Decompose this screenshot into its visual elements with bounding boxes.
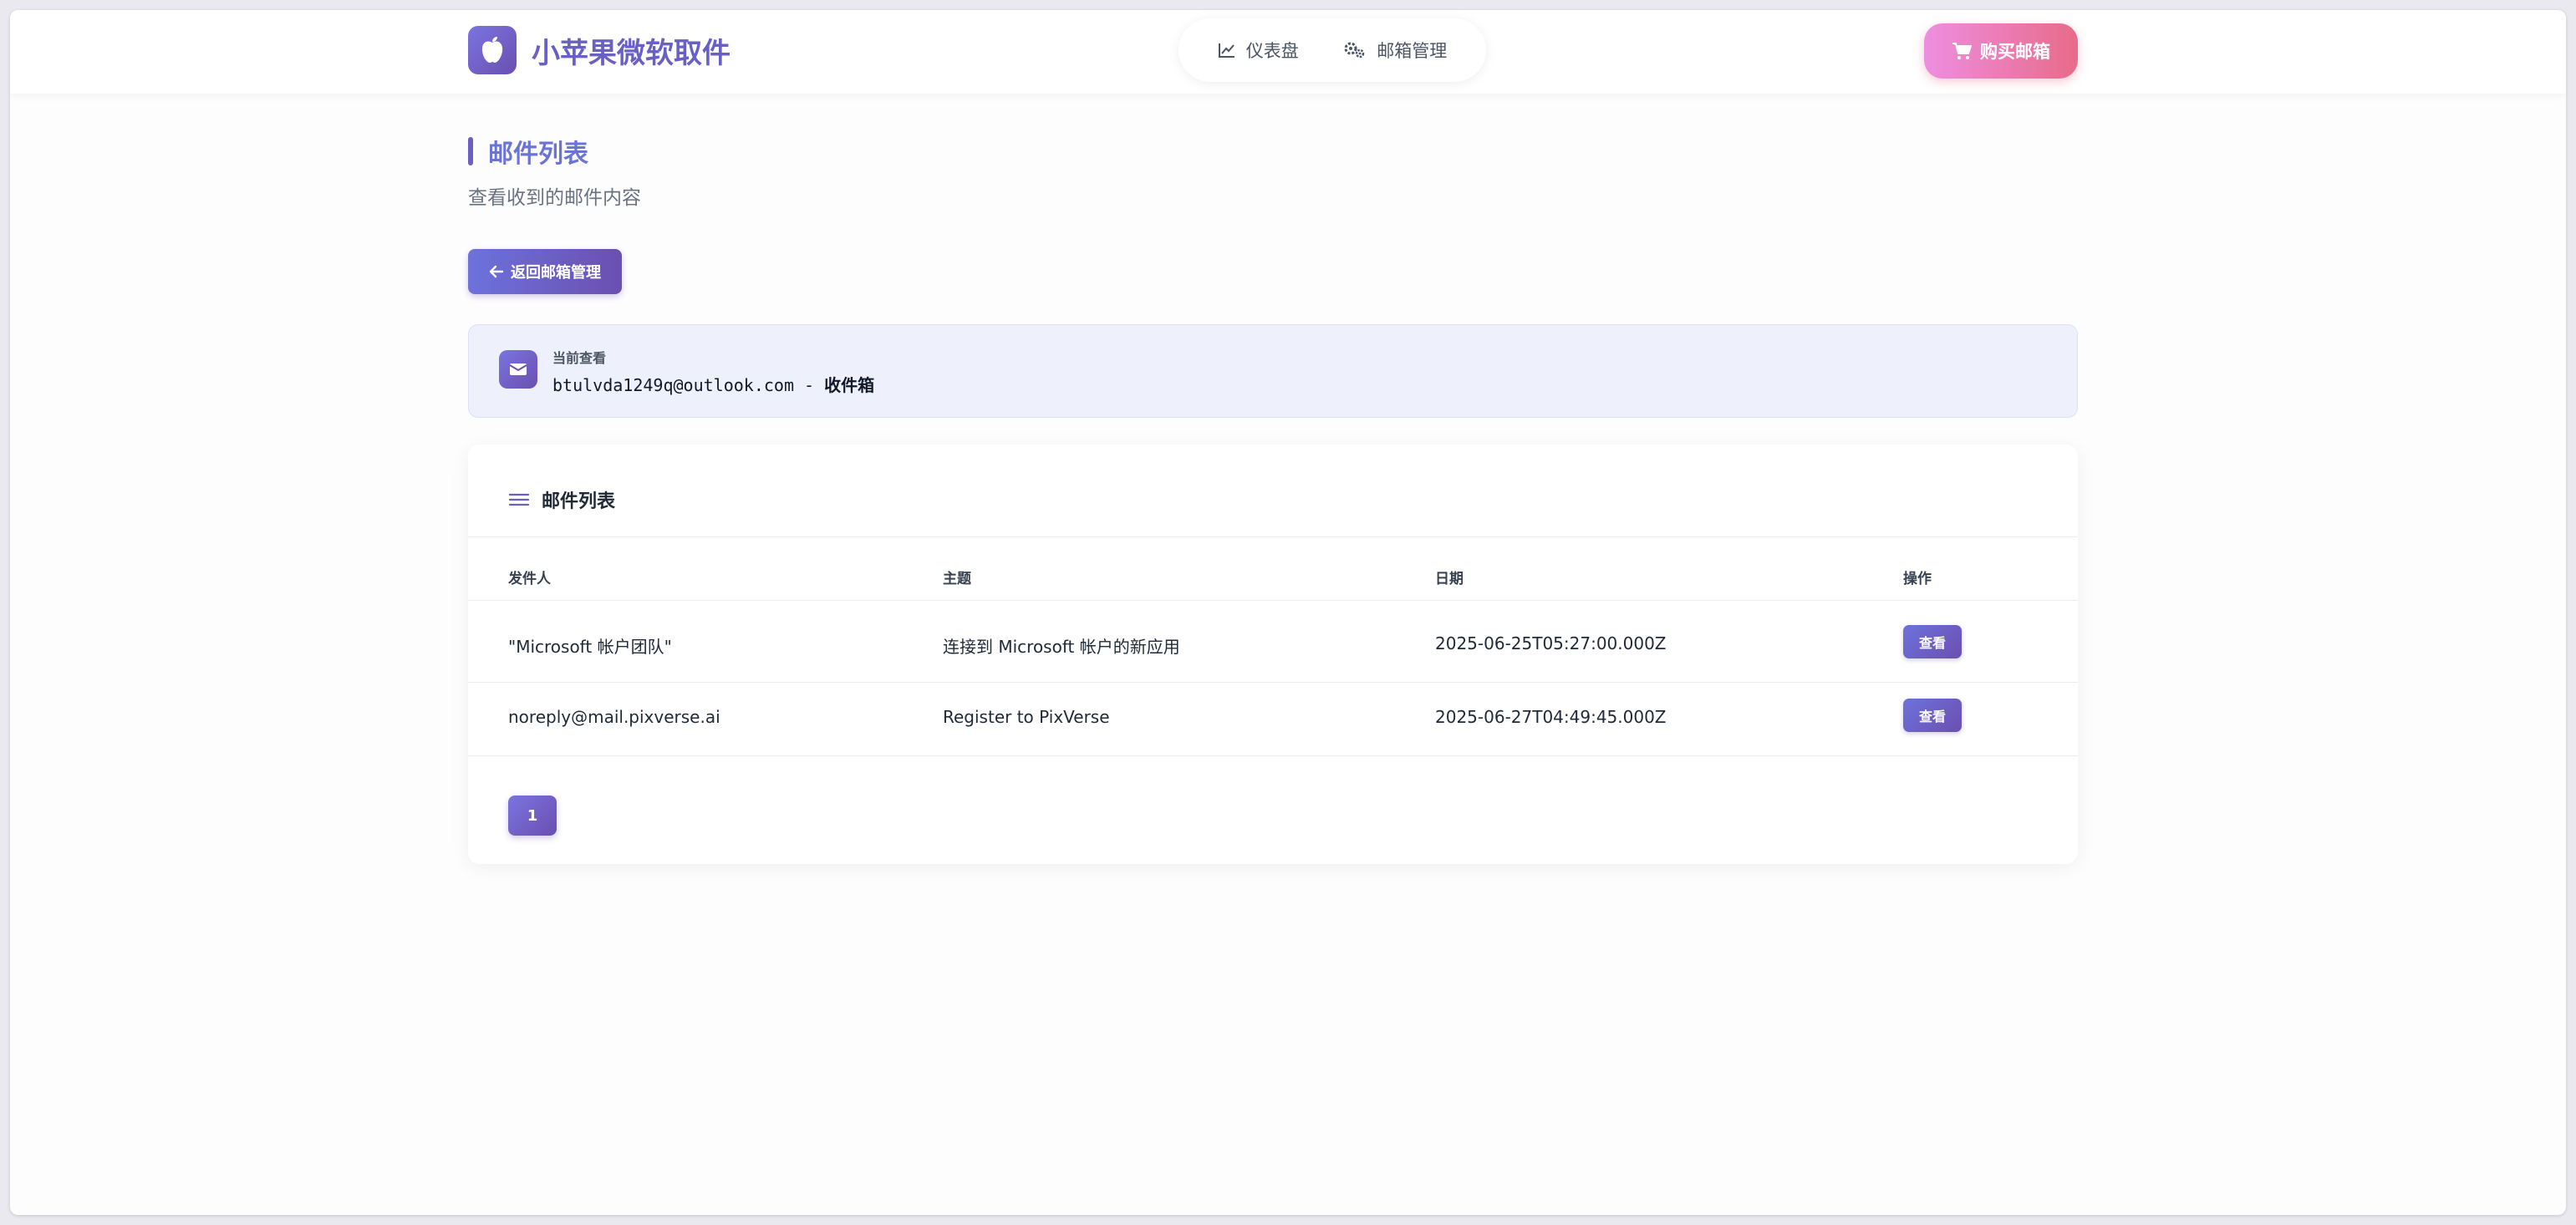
nav-label: 仪表盘: [1245, 41, 1299, 61]
back-button-label: 返回邮箱管理: [511, 264, 601, 282]
divider: [468, 755, 2078, 756]
view-mail-button[interactable]: 查看: [1903, 625, 1962, 658]
page-title-group: 邮件列表: [468, 137, 588, 169]
cell-sender: noreply@mail.pixverse.ai: [508, 707, 720, 727]
top-navbar: 小苹果微软取件 仪表盘 邮箱管理 购买邮箱: [10, 10, 2566, 94]
divider: [468, 536, 2078, 537]
envelope-icon: [499, 350, 537, 389]
divider: [468, 600, 2078, 601]
brand-title: 小苹果微软取件: [532, 36, 731, 70]
column-header-date: 日期: [1435, 571, 1464, 587]
current-folder: 收件箱: [824, 375, 875, 395]
page-title: 邮件列表: [488, 140, 588, 169]
mail-list-card: 邮件列表 发件人 主题 日期 操作 "Microsoft 帐户团队" 连接到 M…: [468, 445, 2078, 864]
buy-mailbox-button[interactable]: 购买邮箱: [1924, 23, 2078, 79]
card-title: 邮件列表: [542, 491, 616, 512]
apple-logo-icon: [468, 26, 517, 74]
buy-mailbox-label: 购买邮箱: [1980, 42, 2050, 62]
gears-icon: [1344, 42, 1365, 58]
column-header-sender: 发件人: [508, 571, 551, 587]
chart-line-icon: [1218, 43, 1235, 58]
shopping-cart-icon: [1952, 43, 1972, 59]
app-window: 小苹果微软取件 仪表盘 邮箱管理 购买邮箱 邮件列表 查看收到的邮件内容 返回邮…: [10, 10, 2566, 1215]
separator: -: [793, 375, 825, 395]
cell-date: 2025-06-27T04:49:45.000Z: [1435, 707, 1667, 727]
column-header-subject: 主题: [943, 571, 971, 587]
current-mailbox-panel: 当前查看 btulvda1249q@outlook.com - 收件箱: [468, 324, 2078, 418]
nav-item-mailbox-management[interactable]: 邮箱管理: [1343, 38, 1447, 63]
current-mailbox-value: btulvda1249q@outlook.com - 收件箱: [552, 372, 874, 396]
current-view-label: 当前查看: [552, 350, 607, 366]
view-mail-button[interactable]: 查看: [1903, 699, 1962, 732]
nav-label: 邮箱管理: [1377, 41, 1448, 61]
current-email: btulvda1249q@outlook.com: [552, 375, 794, 395]
back-to-mailbox-management-button[interactable]: 返回邮箱管理: [468, 249, 622, 294]
page-subtitle: 查看收到的邮件内容: [468, 187, 641, 209]
cell-date: 2025-06-25T05:27:00.000Z: [1435, 633, 1667, 653]
cell-subject: Register to PixVerse: [943, 707, 1110, 727]
column-header-action: 操作: [1903, 571, 1932, 587]
arrow-left-icon: [489, 265, 504, 278]
divider: [468, 682, 2078, 683]
title-accent-bar: [468, 137, 473, 165]
cell-sender: "Microsoft 帐户团队": [508, 637, 672, 657]
list-icon: [508, 493, 530, 506]
pagination-page-button[interactable]: 1: [508, 795, 557, 836]
main-nav: 仪表盘 邮箱管理: [1179, 18, 1486, 82]
card-header: 邮件列表: [508, 486, 615, 513]
brand[interactable]: 小苹果微软取件: [468, 25, 731, 75]
nav-item-dashboard[interactable]: 仪表盘: [1218, 38, 1299, 63]
cell-subject: 连接到 Microsoft 帐户的新应用: [943, 637, 1180, 657]
